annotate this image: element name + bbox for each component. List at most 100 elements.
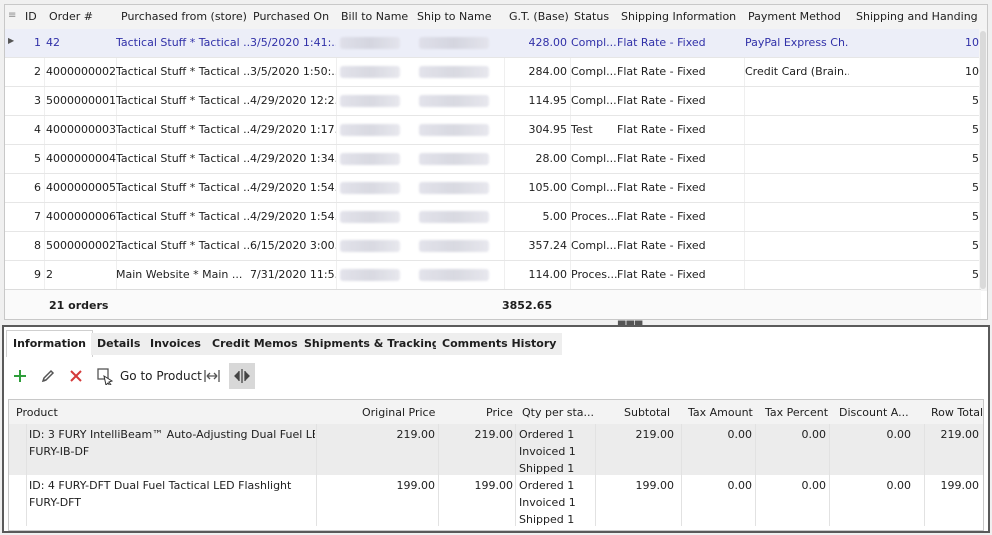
order-date: 3/5/2020 1:41:... bbox=[250, 36, 336, 49]
col-grand-total[interactable]: G.T. (Base) bbox=[509, 10, 569, 23]
bill-to-name-redacted bbox=[340, 95, 400, 107]
go-to-product-label: Go to Product bbox=[120, 369, 202, 383]
items-grid-header: Product Original Price Price Qty per sta… bbox=[9, 400, 983, 424]
ship-to-name-redacted bbox=[419, 269, 489, 281]
order-row[interactable]: 3 5000000001 Tactical Stuff * Tactical ...… bbox=[5, 87, 981, 116]
col-tax-amount[interactable]: Tax Amount bbox=[688, 406, 753, 419]
col-order-number[interactable]: Order # bbox=[49, 10, 93, 23]
order-shipping-info: Flat Rate - Fixed bbox=[617, 123, 706, 136]
order-payment-method: PayPal Express Ch... bbox=[745, 36, 849, 49]
col-id[interactable]: ID bbox=[25, 10, 37, 23]
item-qty-invoiced: Invoiced 1 bbox=[519, 445, 576, 458]
column-chooser-icon[interactable]: ≡ bbox=[8, 10, 16, 21]
orders-scrollbar[interactable] bbox=[979, 29, 987, 291]
col-row-total[interactable]: Row Total bbox=[931, 406, 983, 419]
order-status: Test bbox=[571, 123, 593, 136]
order-shipping-handling: 5 bbox=[972, 239, 979, 252]
order-date: 4/29/2020 1:54... bbox=[250, 210, 336, 223]
order-item-row[interactable]: ID: 4 FURY-DFT Dual Fuel Tactical LED Fl… bbox=[9, 475, 983, 526]
order-number: 42 bbox=[46, 36, 60, 49]
order-grand-total: 284.00 bbox=[528, 65, 568, 78]
tab-credit-memos[interactable]: Credit Memos bbox=[206, 333, 304, 355]
order-row[interactable]: 9 2 Main Website * Main ... 7/31/2020 11:5.… bbox=[5, 261, 981, 290]
column-resize-icon bbox=[204, 370, 220, 382]
order-shipping-info: Flat Rate - Fixed bbox=[617, 36, 706, 49]
delete-button[interactable] bbox=[68, 363, 86, 389]
add-button[interactable] bbox=[12, 363, 30, 389]
tab-shipments-tracking[interactable]: Shipments & Tracking bbox=[298, 333, 446, 355]
bill-to-name-redacted bbox=[340, 211, 400, 223]
current-row-indicator-icon: ▶ bbox=[8, 36, 15, 45]
item-qty-invoiced: Invoiced 1 bbox=[519, 496, 576, 509]
tab-details[interactable]: Details bbox=[91, 333, 147, 355]
col-original-price[interactable]: Original Price bbox=[362, 406, 435, 419]
item-tax-amount: 0.00 bbox=[727, 479, 753, 492]
order-row[interactable]: 8 5000000002 Tactical Stuff * Tactical ...… bbox=[5, 232, 981, 261]
col-qty-per-status[interactable]: Qty per sta... bbox=[522, 406, 594, 419]
order-number: 4000000002 bbox=[46, 65, 116, 78]
order-row[interactable]: 4 4000000003 Tactical Stuff * Tactical ...… bbox=[5, 116, 981, 145]
bill-to-name-redacted bbox=[340, 182, 400, 194]
col-shipping-info[interactable]: Shipping Information bbox=[621, 10, 736, 23]
order-number: 5000000002 bbox=[46, 239, 116, 252]
item-original-price: 199.00 bbox=[396, 479, 436, 492]
item-qty-ordered: Ordered 1 bbox=[519, 428, 575, 441]
order-shipping-info: Flat Rate - Fixed bbox=[617, 152, 706, 165]
order-id: 1 bbox=[34, 36, 41, 49]
tab-invoices[interactable]: Invoices bbox=[144, 333, 207, 355]
tab-information[interactable]: Information bbox=[6, 330, 93, 357]
order-payment-method: Credit Card (Brain... bbox=[745, 65, 849, 78]
order-status: Compl... bbox=[571, 94, 617, 107]
order-grand-total: 114.95 bbox=[528, 94, 568, 107]
order-detail-panel: Information Details Invoices Credit Memo… bbox=[2, 325, 990, 533]
item-qty-shipped: Shipped 1 bbox=[519, 462, 575, 475]
col-status[interactable]: Status bbox=[574, 10, 609, 23]
col-purchased-on[interactable]: Purchased On bbox=[253, 10, 329, 23]
order-shipping-info: Flat Rate - Fixed bbox=[617, 210, 706, 223]
item-sku: FURY-IB-DF bbox=[29, 445, 90, 458]
col-store[interactable]: Purchased from (store) bbox=[121, 10, 247, 23]
order-status: Compl... bbox=[571, 239, 617, 252]
tab-comments-history[interactable]: Comments History bbox=[436, 333, 563, 355]
order-status: Compl... bbox=[571, 181, 617, 194]
col-subtotal[interactable]: Subtotal bbox=[624, 406, 670, 419]
col-tax-percent[interactable]: Tax Percent bbox=[765, 406, 828, 419]
col-product[interactable]: Product bbox=[16, 406, 58, 419]
bill-to-name-redacted bbox=[340, 153, 400, 165]
order-status: Compl... bbox=[571, 152, 617, 165]
order-number: 4000000006 bbox=[46, 210, 116, 223]
order-shipping-handling: 10 bbox=[965, 65, 979, 78]
order-row[interactable]: 5 4000000004 Tactical Stuff * Tactical ...… bbox=[5, 145, 981, 174]
order-id: 8 bbox=[34, 239, 41, 252]
close-icon bbox=[70, 370, 82, 382]
col-ship-to[interactable]: Ship to Name bbox=[417, 10, 491, 23]
split-view-toggle[interactable] bbox=[229, 363, 255, 389]
order-status: Proces... bbox=[571, 210, 617, 223]
order-date: 3/5/2020 1:50:... bbox=[250, 65, 336, 78]
order-shipping-info: Flat Rate - Fixed bbox=[617, 239, 706, 252]
order-date: 7/31/2020 11:5... bbox=[250, 268, 336, 281]
order-store: Main Website * Main ... bbox=[116, 268, 243, 281]
col-payment-method[interactable]: Payment Method bbox=[748, 10, 841, 23]
order-row[interactable]: 2 4000000002 Tactical Stuff * Tactical ...… bbox=[5, 58, 981, 87]
order-shipping-handling: 5 bbox=[972, 152, 979, 165]
bill-to-name-redacted bbox=[340, 269, 400, 281]
scrollbar-thumb[interactable] bbox=[980, 31, 986, 289]
order-item-row[interactable]: ID: 3 FURY IntelliBeam™ Auto-Adjusting D… bbox=[9, 424, 983, 475]
item-subtotal: 219.00 bbox=[635, 428, 675, 441]
order-row[interactable]: ▶ 1 42 Tactical Stuff * Tactical ... 3/5/202… bbox=[5, 29, 981, 58]
go-to-product-button[interactable]: Go to Product bbox=[96, 363, 202, 389]
col-discount-amount[interactable]: Discount A... bbox=[839, 406, 909, 419]
order-row[interactable]: 7 4000000006 Tactical Stuff * Tactical ...… bbox=[5, 203, 981, 232]
bill-to-name-redacted bbox=[340, 124, 400, 136]
col-bill-to[interactable]: Bill to Name bbox=[341, 10, 408, 23]
order-row[interactable]: 6 4000000005 Tactical Stuff * Tactical ...… bbox=[5, 174, 981, 203]
item-tax-percent: 0.00 bbox=[801, 479, 827, 492]
fit-columns-button[interactable] bbox=[203, 363, 223, 389]
item-row-total: 219.00 bbox=[940, 428, 980, 441]
edit-button[interactable] bbox=[40, 363, 58, 389]
col-price[interactable]: Price bbox=[486, 406, 513, 419]
order-id: 7 bbox=[34, 210, 41, 223]
col-shipping-handling[interactable]: Shipping and Handing bbox=[856, 10, 978, 23]
ship-to-name-redacted bbox=[419, 124, 489, 136]
